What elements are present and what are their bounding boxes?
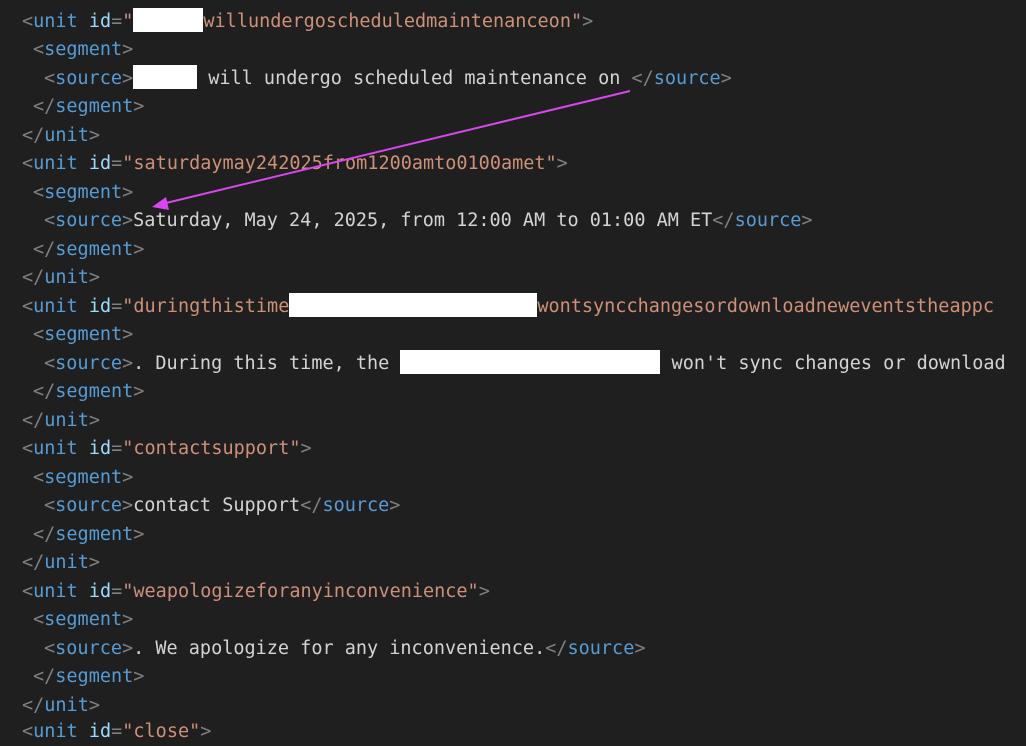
segment-open-line: <segment> [33,609,134,630]
source-text: . During this time, the [133,353,401,374]
unit-open-line: <unit id="saturdaymay242025from1200amto0… [22,153,568,174]
unit-id-value: willundergoscheduledmaintenanceon [203,11,571,32]
unit-id-value: weapologizeforanyinconvenience [133,581,468,602]
unit-id-value: close [133,721,190,742]
segment-open-line: <segment> [33,182,134,203]
segment-open-line: <segment> [33,324,134,345]
segment-close-line: </segment> [33,666,145,687]
unit-open-line: <unit id="close"> [22,721,212,742]
unit-id-value: wontsyncchangesordownloadneweventstheapp… [537,296,994,317]
source-text: . We apologize for any inconvenience. [133,638,546,659]
source-text: contact Support [133,495,301,516]
source-line: <source> will undergo scheduled maintena… [44,65,732,93]
redacted-block [133,65,198,89]
unit-open-line: <unit id="contactsupport"> [22,438,312,459]
redacted-block [400,350,661,374]
unit-open-line: <unit id="duringthistime wontsyncchangeso… [22,293,994,321]
unit-id-value: duringthistime [133,296,290,317]
code-editor[interactable]: <unit id=" willundergoscheduledmaintenanc… [0,0,1026,742]
unit-id-value: contactsupport [133,438,290,459]
segment-close-line: </segment> [33,381,145,402]
unit-close-line: </unit> [22,410,100,431]
redacted-block [133,8,204,32]
unit-close-line: </unit> [22,125,100,146]
source-line: <source>Saturday, May 24, 2025, from 12:… [44,210,813,231]
source-line: <source>. We apologize for any inconveni… [44,638,646,659]
source-text: will undergo scheduled maintenance on [197,68,632,89]
segment-close-line: </segment> [33,524,145,545]
segment-open-line: <segment> [33,467,134,488]
unit-close-line: </unit> [22,267,100,288]
segment-open-line: <segment> [33,39,134,60]
unit-close-line: </unit> [22,695,100,716]
segment-close-line: </segment> [33,96,145,117]
source-text: Saturday, May 24, 2025, from 12:00 AM to… [133,210,713,231]
redacted-block [289,293,538,317]
source-text: won't sync changes or download [660,353,1006,374]
source-line: <source>contact Support</source> [44,495,401,516]
source-line: <source>. During this time, the won't sy… [44,350,1006,378]
segment-close-line: </segment> [33,239,145,260]
unit-open-line: <unit id=" willundergoscheduledmaintenanc… [22,8,593,36]
unit-close-line: </unit> [22,552,100,573]
unit-open-line: <unit id="weapologizeforanyinconvenience… [22,581,490,602]
unit-id-value: saturdaymay242025from1200amto0100amet [133,153,546,174]
